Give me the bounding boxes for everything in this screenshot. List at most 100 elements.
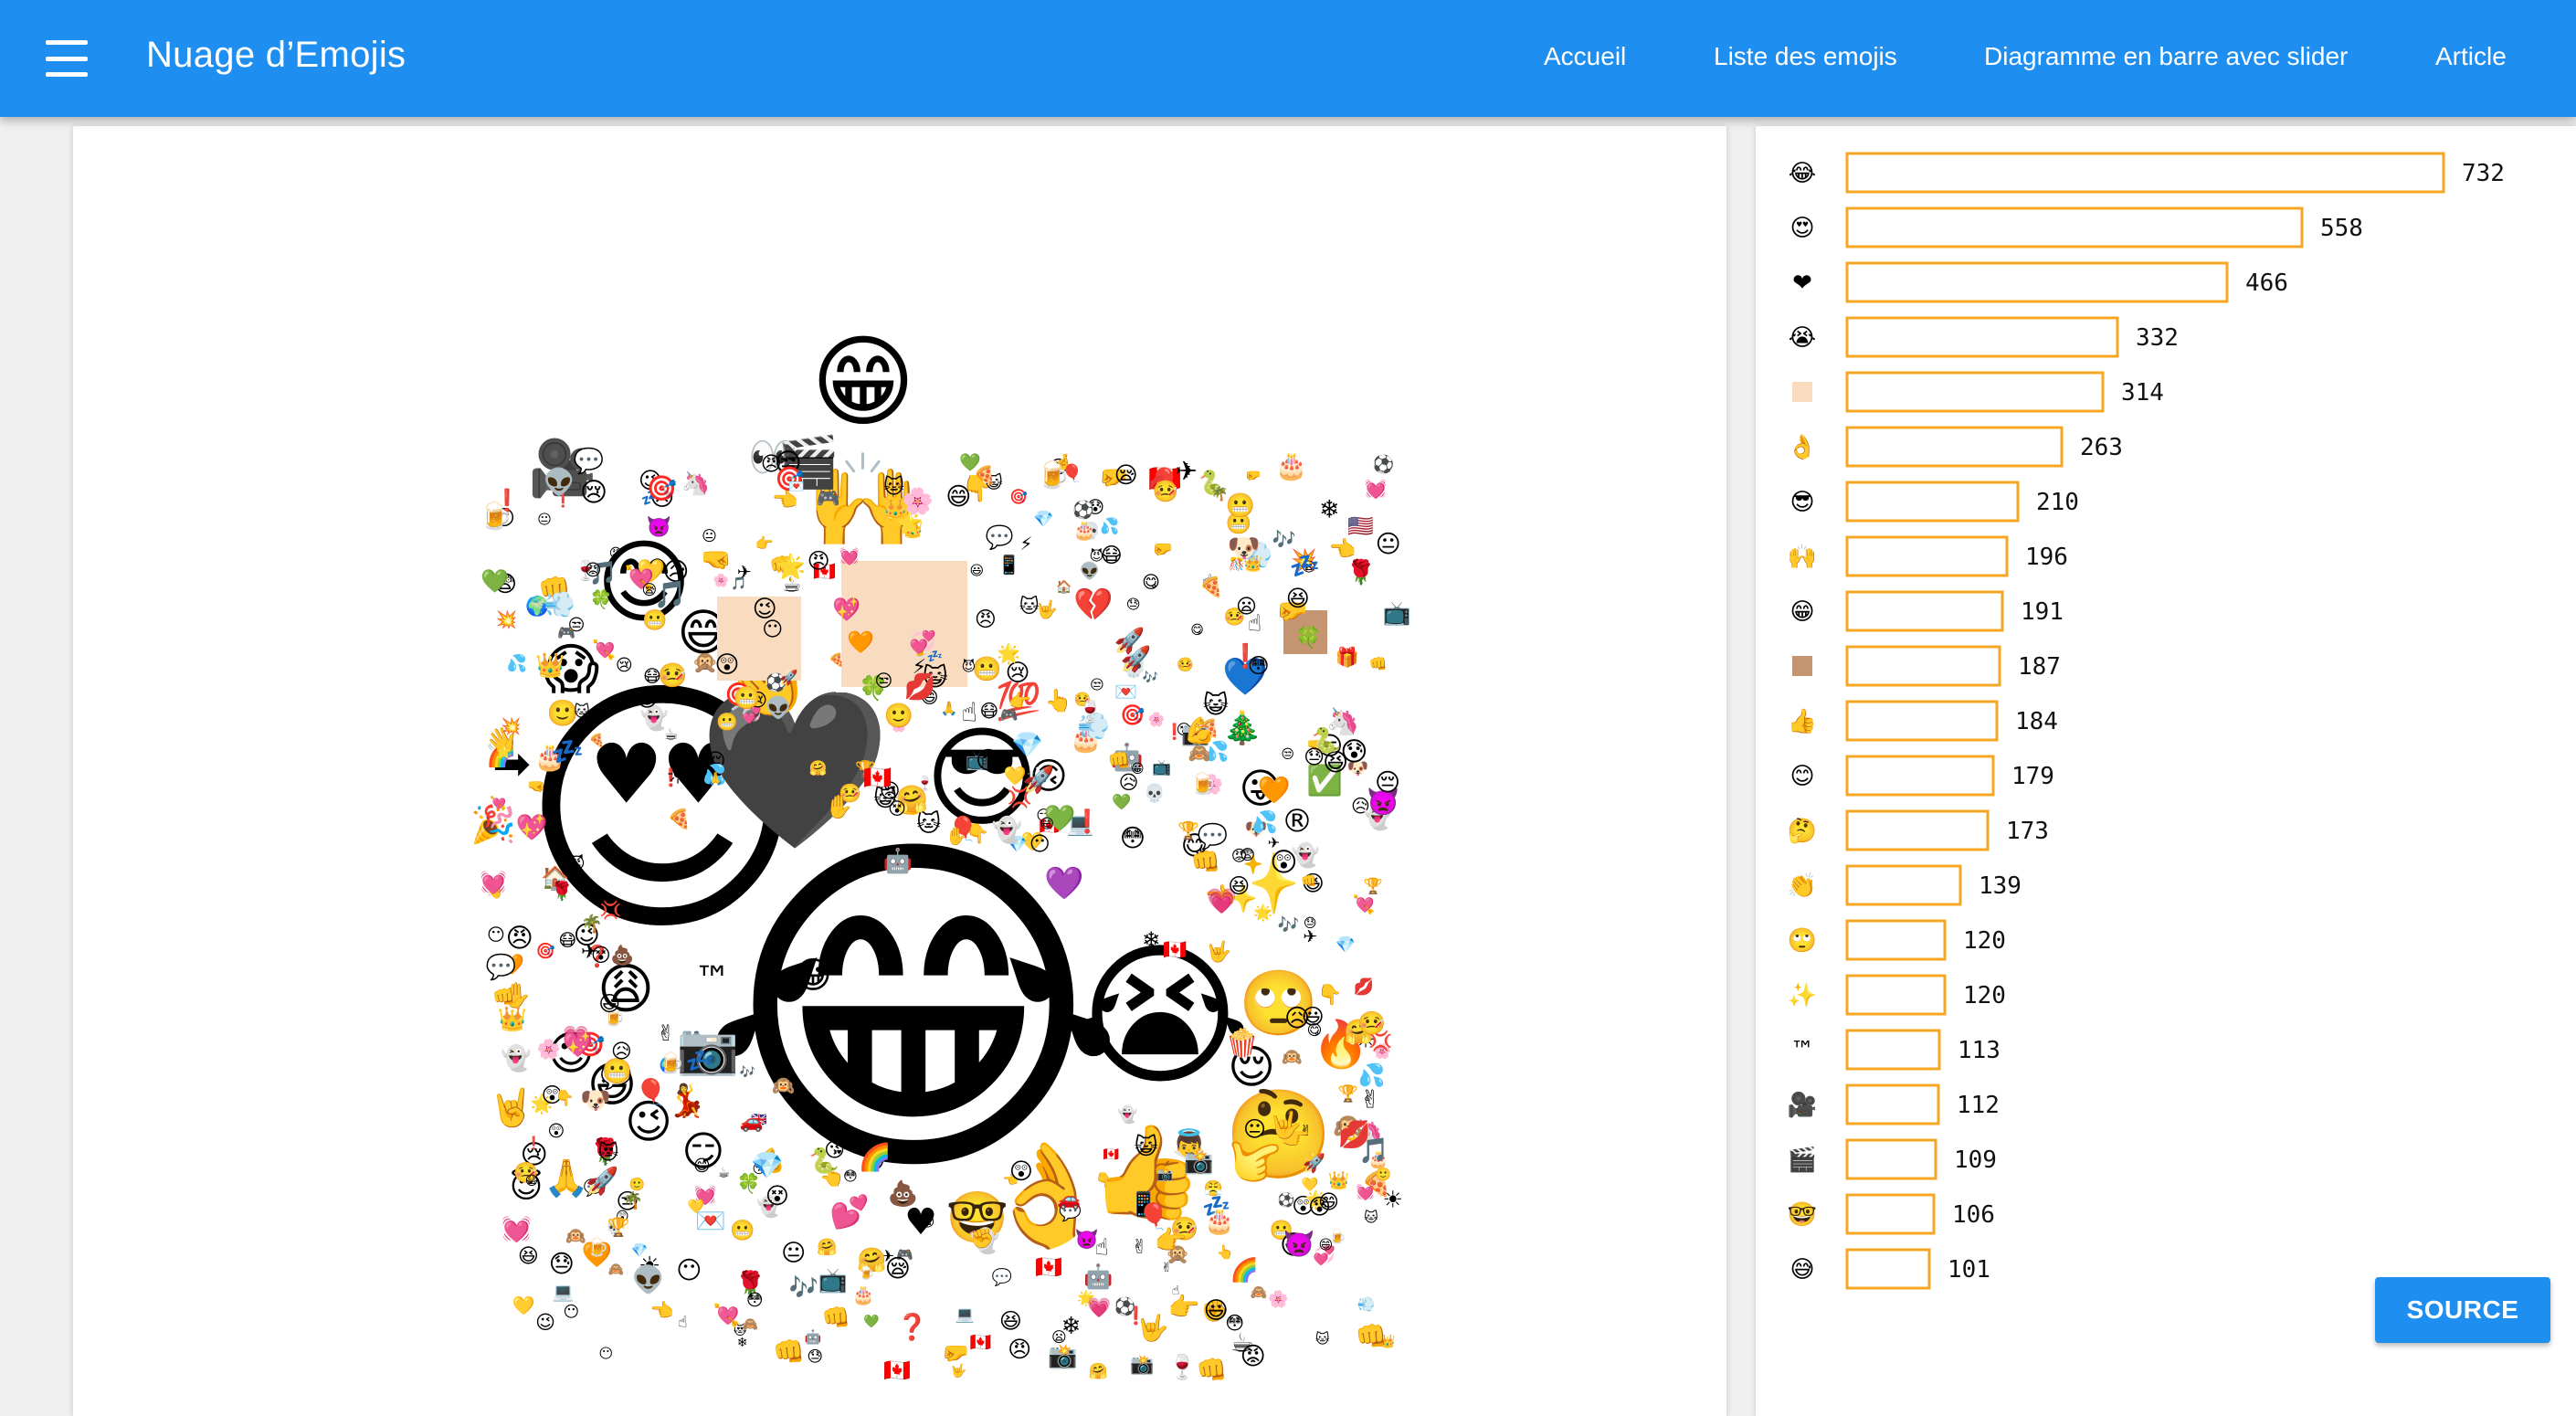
- cloud-emoji: 😷: [558, 930, 577, 951]
- cloud-emoji: 🍕: [667, 808, 692, 830]
- cloud-emoji: ❄: [1142, 926, 1161, 953]
- cloud-emoji: 😷: [643, 666, 661, 687]
- cloud-emoji: 😆: [517, 1245, 539, 1269]
- cloud-emoji: 😬: [1225, 491, 1255, 520]
- cloud-emoji: 💖: [832, 596, 861, 623]
- cloud-emoji: 💤: [685, 1047, 714, 1074]
- cloud-emoji: 🐱: [573, 703, 590, 722]
- cloud-emoji: 💋: [1353, 977, 1375, 998]
- cloud-emoji: 🎈: [634, 1077, 667, 1108]
- bar: [1845, 1138, 1937, 1180]
- cloud-emoji: 😄: [1318, 1236, 1334, 1253]
- bar: [1845, 1083, 1940, 1125]
- cloud-emoji: 😢: [1005, 659, 1030, 687]
- bar-value-label: 113: [1958, 1037, 2001, 1064]
- cloud-emoji: 💘: [713, 1302, 741, 1328]
- bar-category-label: ✨: [1788, 982, 1817, 1009]
- cloud-emoji: 😵: [765, 1182, 789, 1210]
- emoji-frequency-bar-chart: 😂 732 😍 558 ❤ 466 😭 332 314 👌 263 😎 210 🙌 196 😁 191 187 👍 1…: [1788, 152, 2505, 1290]
- cloud-emoji: 🎶: [788, 1274, 818, 1303]
- cloud-emoji: 🏆: [607, 1215, 630, 1238]
- cloud-emoji: 🤒: [1177, 656, 1194, 673]
- cloud-emoji: 🏆: [1363, 877, 1383, 896]
- cloud-emoji: 😃: [1203, 1297, 1229, 1325]
- cloud-emoji: 😳: [1119, 824, 1146, 853]
- cloud-emoji: ☕: [1230, 1326, 1254, 1358]
- cloud-emoji: 💨: [1357, 1295, 1376, 1314]
- nav-link-accueil[interactable]: Accueil: [1544, 42, 1626, 71]
- cloud-emoji: 🍺: [1037, 459, 1071, 491]
- cloud-emoji: 📸: [1156, 1167, 1173, 1182]
- bar: [1845, 1248, 1931, 1290]
- cloud-emoji: 😲: [1270, 846, 1298, 878]
- cloud-emoji: 😠: [807, 547, 830, 574]
- bar-category-label: 😅: [1789, 1256, 1814, 1284]
- cloud-emoji: 👊: [1196, 1356, 1228, 1385]
- cloud-emoji: 🍺: [586, 1237, 609, 1258]
- cloud-emoji: 💖: [515, 812, 548, 843]
- cloud-emoji: 🍀: [1295, 626, 1322, 650]
- cloud-emoji: 📺: [1152, 758, 1172, 777]
- cloud-emoji: 🏆: [1177, 820, 1199, 841]
- cloud-emoji: 🇨🇦: [1034, 1254, 1062, 1281]
- cloud-emoji: 🎯: [535, 942, 555, 961]
- cloud-emoji: 💔: [1073, 586, 1114, 624]
- cloud-emoji: 😬: [733, 684, 761, 711]
- cloud-emoji: 🤗: [808, 759, 828, 777]
- cloud-emoji: 📱: [998, 554, 1020, 576]
- cloud-emoji: 😐: [781, 1240, 807, 1268]
- cloud-emoji: 🎯: [646, 474, 678, 503]
- cloud-emoji: 🤘: [489, 1087, 534, 1129]
- cloud-emoji: 👇: [966, 822, 990, 845]
- cloud-emoji: ✌: [656, 1020, 676, 1046]
- cloud-emoji: 🙈: [1250, 1284, 1268, 1301]
- cloud-emoji: 😵: [888, 798, 906, 819]
- bar-category-label: 😁: [1789, 598, 1814, 626]
- source-button[interactable]: SOURCE: [2375, 1277, 2550, 1343]
- cloud-emoji: ❗: [1124, 1305, 1147, 1326]
- bar-category-label: 🙄: [1788, 927, 1817, 955]
- cloud-emoji: 🤖: [882, 847, 913, 875]
- cloud-emoji: 💌: [1114, 681, 1138, 703]
- hamburger-menu-icon[interactable]: [46, 40, 88, 77]
- cloud-emoji: 😷: [1100, 544, 1123, 568]
- bar-value-label: 173: [2006, 818, 2049, 845]
- bar-category-label: 🙌: [1788, 544, 1817, 571]
- bar-category-label: 😎: [1789, 489, 1814, 516]
- bar: [1845, 700, 1999, 742]
- cloud-emoji: 💘: [592, 639, 617, 661]
- cloud-emoji: 😐: [686, 765, 707, 787]
- cloud-emoji: 📺: [818, 1266, 848, 1294]
- nav-link-diagramme-slider[interactable]: Diagramme en barre avec slider: [1984, 42, 2348, 71]
- cloud-emoji: 🌟: [895, 511, 924, 537]
- cloud-emoji: 😓: [548, 1250, 575, 1279]
- cloud-emoji: 😦: [920, 1213, 935, 1231]
- cloud-emoji: 😺: [1134, 1133, 1158, 1159]
- cloud-emoji: 🚀: [1120, 645, 1152, 674]
- cloud-emoji: 🌹: [1346, 558, 1377, 586]
- nav-link-liste-des-emojis[interactable]: Liste des emojis: [1714, 42, 1897, 71]
- cloud-emoji: 😋: [1142, 572, 1160, 593]
- bar-category-label: 🎬: [1788, 1146, 1817, 1174]
- cloud-emoji: 🇺🇸: [1347, 514, 1374, 539]
- cloud-emoji: 😐: [537, 511, 552, 528]
- bar-value-label: 120: [1963, 927, 2006, 955]
- cloud-emoji: ✊: [969, 1227, 995, 1250]
- cloud-emoji: 🐱: [1314, 1330, 1330, 1347]
- cloud-emoji: 😳: [843, 1168, 858, 1185]
- cloud-emoji: 🤛: [942, 1340, 970, 1367]
- nav-link-article[interactable]: Article: [2435, 42, 2507, 71]
- cloud-emoji: 😈: [1089, 547, 1104, 565]
- bar-category-label: 👏: [1788, 872, 1817, 900]
- bar-category-label: ™: [1790, 1037, 1814, 1064]
- cloud-emoji: 💨: [544, 589, 575, 620]
- cloud-emoji: 😄: [945, 482, 972, 512]
- cloud-emoji: 💩: [610, 944, 635, 967]
- cloud-emoji: 👆: [1044, 688, 1072, 714]
- cloud-emoji: 🤗: [1088, 1362, 1108, 1381]
- cloud-emoji: 👻: [501, 1044, 532, 1073]
- cloud-emoji: 🙏: [707, 771, 724, 787]
- cloud-emoji: 🎶: [1272, 528, 1297, 551]
- bar: [1845, 426, 2064, 468]
- cloud-emoji: 👈: [1328, 535, 1357, 562]
